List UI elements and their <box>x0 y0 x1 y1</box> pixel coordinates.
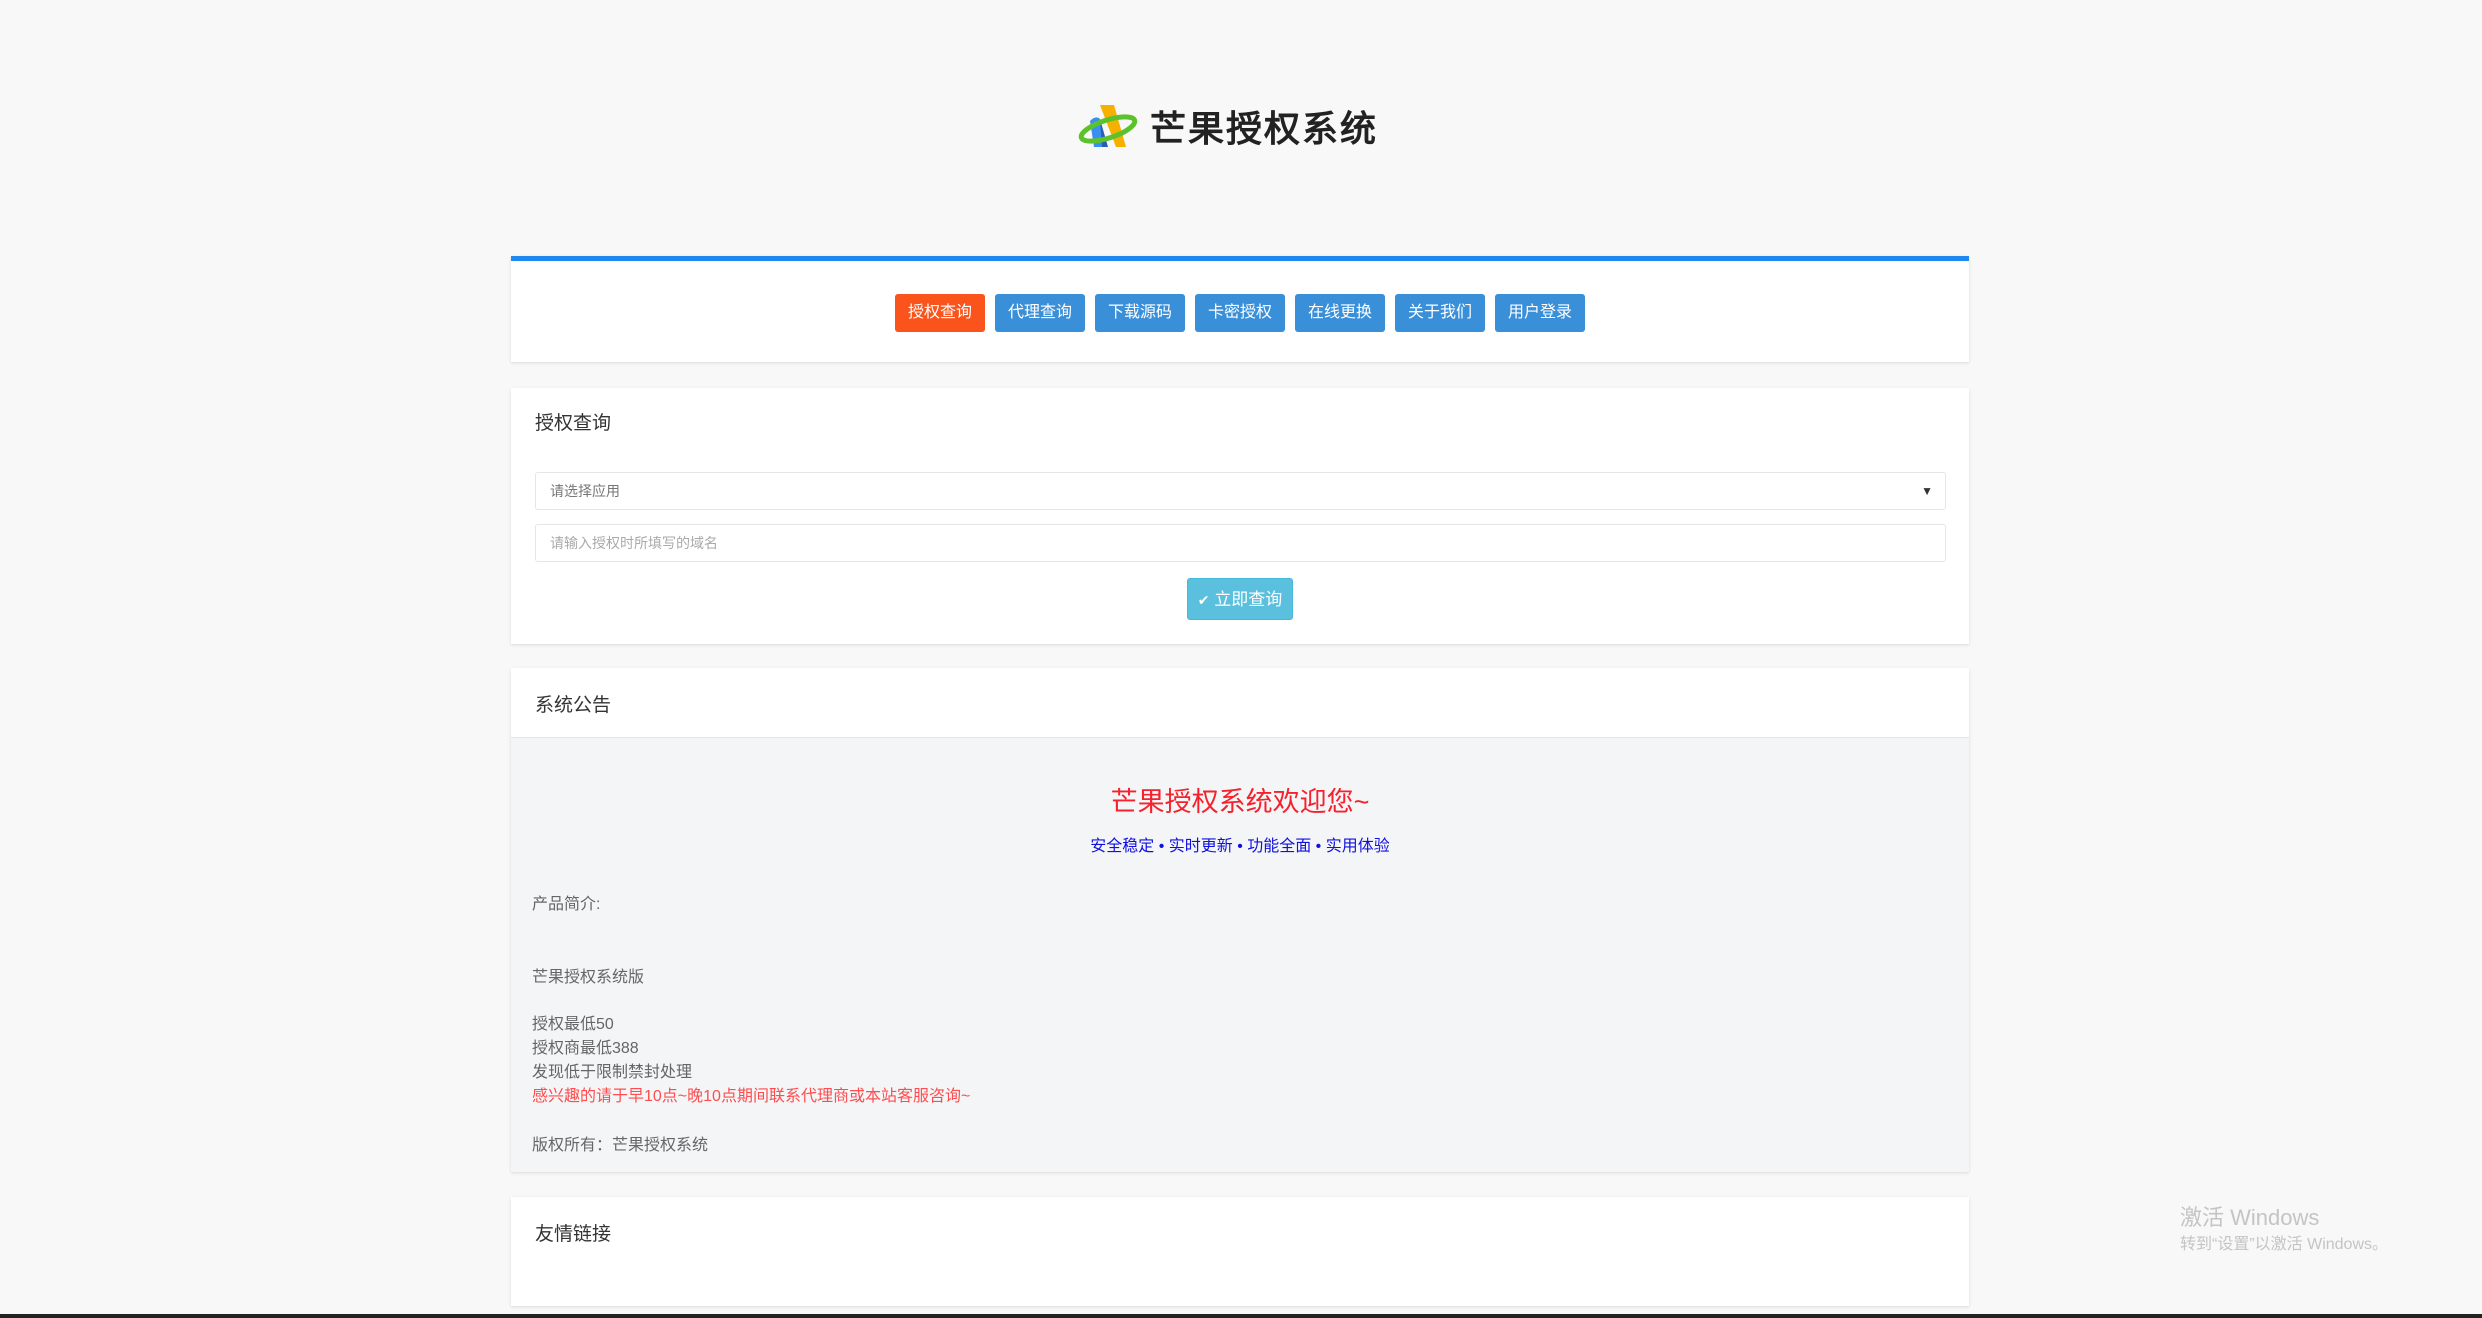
domain-input[interactable]: 请输入授权时所填写的域名 <box>535 524 1946 562</box>
tagline: 安全稳定 • 实时更新 • 功能全面 • 实用体验 <box>1090 838 1390 855</box>
notice-line: 授权最低50 <box>532 1016 614 1033</box>
nav-about-us[interactable]: 关于我们 <box>1395 293 1486 332</box>
chevron-down-icon: ▼ <box>1921 484 1933 498</box>
windows-activation-title: 激活 Windows <box>2180 1205 2320 1230</box>
nav-bar: 授权查询 代理查询 下载源码 卡密授权 在线更换 关于我们 用户登录 <box>511 256 1969 362</box>
check-circle-icon: ✔ <box>1197 592 1210 608</box>
contact-notice: 感兴趣的请于早10点~晚10点期间联系代理商或本站客服咨询~ <box>532 1088 971 1105</box>
copyright-text: 版权所有：芒果授权系统 <box>532 1137 709 1154</box>
query-submit-label: 立即查询 <box>1214 590 1283 609</box>
logo-text: 芒果授权系统 <box>1150 108 1379 150</box>
logo-icon <box>1078 105 1138 147</box>
panel-title: 系统公告 <box>535 695 612 716</box>
query-submit-button[interactable]: ✔ 立即查询 <box>1187 578 1293 620</box>
announcement-panel: 系统公告 芒果授权系统欢迎您~ 安全稳定 • 实时更新 • 功能全面 • 实用体… <box>511 668 1969 1172</box>
intro-label: 产品简介: <box>532 896 601 913</box>
edition-text: 芒果授权系统版 <box>532 969 645 986</box>
friend-links-panel: 友情链接 <box>511 1197 1969 1306</box>
nav-agent-query[interactable]: 代理查询 <box>994 293 1085 332</box>
nav-card-license[interactable]: 卡密授权 <box>1194 293 1285 332</box>
panel-title: 授权查询 <box>535 413 612 434</box>
announcement-body: 芒果授权系统欢迎您~ 安全稳定 • 实时更新 • 功能全面 • 实用体验 产品简… <box>511 737 1969 1172</box>
nav-online-change[interactable]: 在线更换 <box>1295 293 1386 332</box>
license-query-panel: 授权查询 请选择应用 ▼ 请输入授权时所填写的域名 ✔ 立即查询 <box>511 388 1969 644</box>
nav-user-login[interactable]: 用户登录 <box>1495 293 1586 332</box>
notice-line: 授权商最低388 <box>532 1040 639 1057</box>
site-logo[interactable]: 芒果授权系统 <box>1078 98 1378 154</box>
app-select[interactable]: 请选择应用 ▼ <box>535 472 1946 510</box>
app-select-value: 请选择应用 <box>550 483 620 499</box>
nav-download-source[interactable]: 下载源码 <box>1094 293 1185 332</box>
bottom-edge <box>0 1314 2482 1318</box>
panel-title: 友情链接 <box>535 1224 612 1245</box>
welcome-heading: 芒果授权系统欢迎您~ <box>1110 787 1370 817</box>
windows-activation-subtitle: 转到“设置”以激活 Windows。 <box>2180 1236 2389 1253</box>
notice-line: 发现低于限制禁封处理 <box>532 1064 693 1081</box>
nav-license-query[interactable]: 授权查询 <box>894 293 985 332</box>
